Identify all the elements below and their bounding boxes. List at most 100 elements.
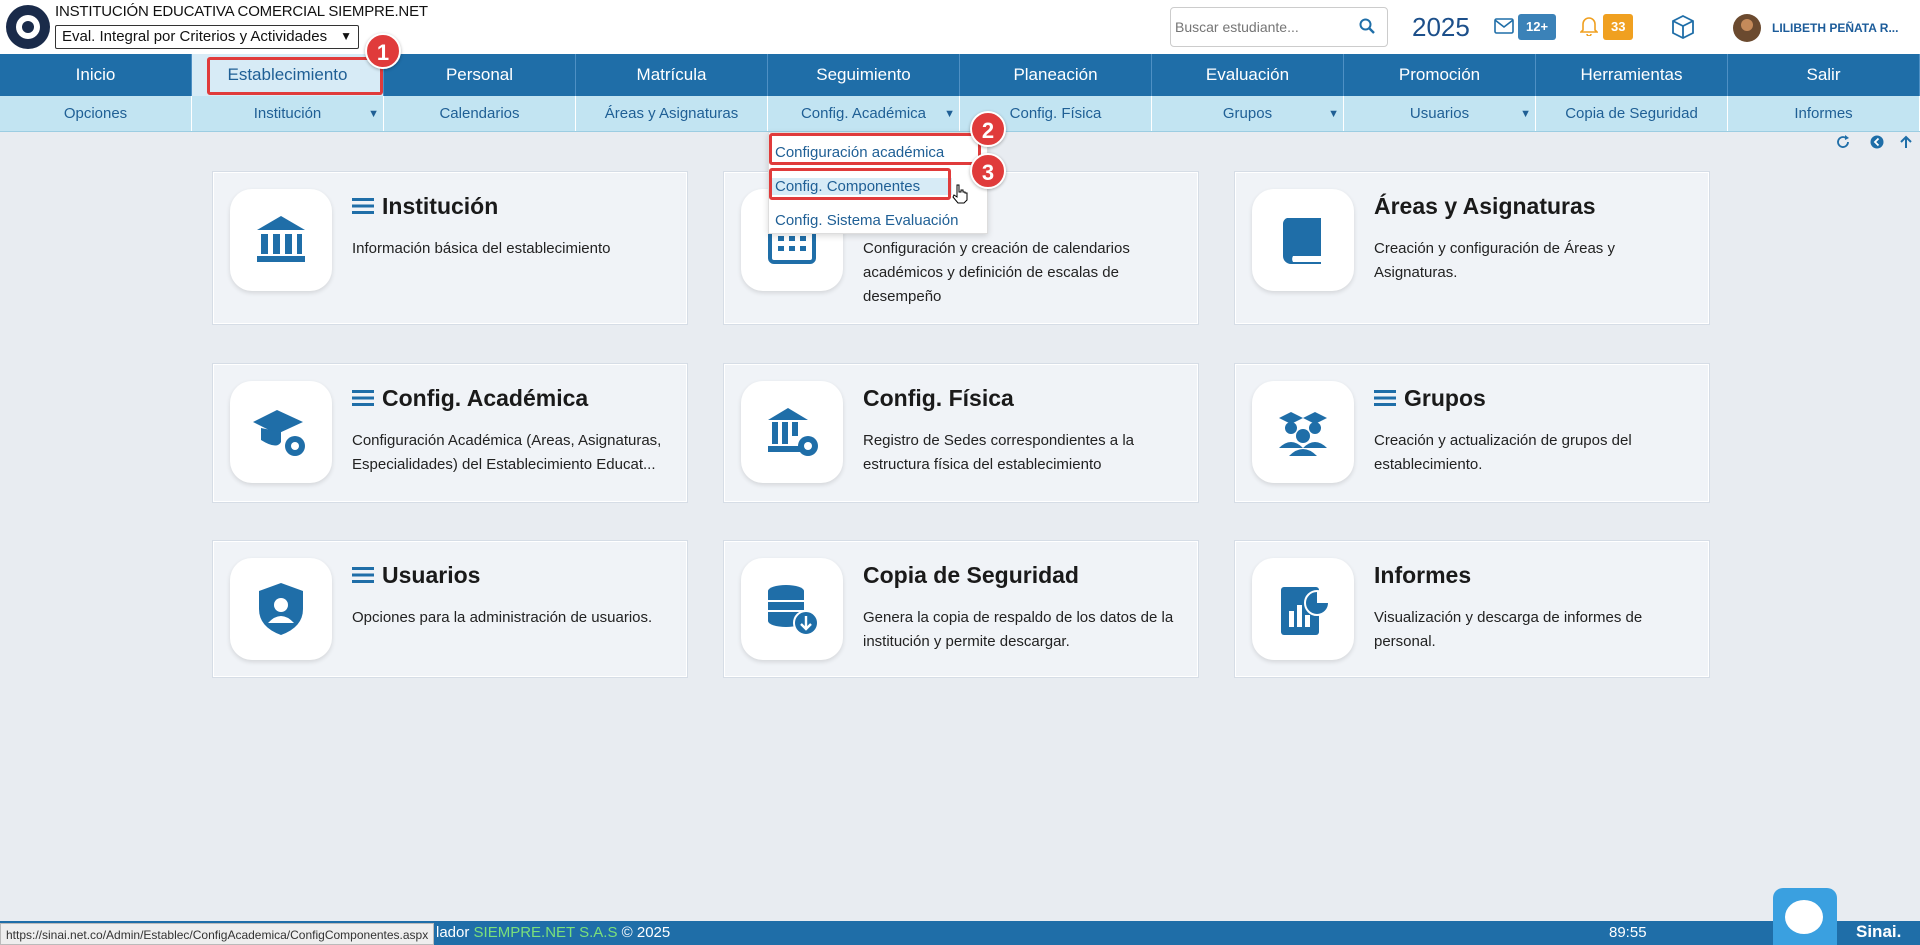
year-display[interactable]: 2025 [1412,12,1470,43]
subnav-label: Copia de Seguridad [1565,105,1698,122]
search-icon[interactable] [1359,18,1375,34]
sub-nav: Opciones Institución ▼ Calendarios Áreas … [0,96,1920,132]
card-description: Opciones para la administración de usuar… [352,609,653,626]
nav-matricula[interactable]: Matrícula [576,54,768,96]
group-icon [1279,412,1327,456]
nav-seguimiento[interactable]: Seguimiento [768,54,960,96]
subnav-institucion[interactable]: Institución ▼ [192,96,384,131]
card-informes[interactable]: Informes Visualización y descarga de inf… [1235,541,1709,677]
search-input[interactable] [1175,16,1355,38]
card-title: Institución [352,193,498,220]
institution-name: INSTITUCIÓN EDUCATIVA COMERCIAL SIEMPRE.… [55,3,428,20]
tile [230,558,332,660]
subnav-label: Informes [1794,105,1853,122]
card-description: Configuración y creación de calendarios … [863,240,1130,305]
nav-promocion[interactable]: Promoción [1344,54,1536,96]
mail-badge[interactable]: 12+ [1518,14,1557,40]
chat-icon[interactable] [1773,888,1837,945]
subnav-label: Config. Física [1009,105,1102,122]
footer-credit: lador SIEMPRE.NET S.A.S © 2025 [436,924,671,941]
card-usuarios[interactable]: Usuarios Opciones para la administración… [213,541,687,677]
eval-type-value: Eval. Integral por Criterios y Actividad… [62,28,328,45]
card-config-fisica[interactable]: Config. Física Registro de Sedes corresp… [724,364,1198,502]
card-config-academica[interactable]: Config. Académica Configuración Académic… [213,364,687,502]
hand-cursor-icon [952,184,968,204]
card-institucion[interactable]: Institución Información básica del estab… [213,172,687,324]
card-description: Información básica del establecimiento [352,240,611,257]
card-description: Registro de Sedes correspondientes a la … [863,432,1134,473]
bank-icon [257,216,305,262]
subnav-label: Institución [253,105,322,122]
card-title: Áreas y Asignaturas [1374,193,1596,219]
dropdown-config-sistema-evaluacion[interactable]: Config. Sistema Evaluación [775,212,958,229]
subnav-opciones[interactable]: Opciones [0,96,192,131]
menu-icon[interactable] [1374,389,1396,407]
card-areas-asignaturas[interactable]: Áreas y Asignaturas Creación y configura… [1235,172,1709,324]
subnav-label: Opciones [63,105,128,122]
card-title: Grupos [1374,385,1486,412]
tile [230,381,332,483]
card-copia-seguridad[interactable]: Copia de Seguridad Genera la copia de re… [724,541,1198,677]
refresh-icon[interactable] [1836,135,1850,149]
card-title: Copia de Seguridad [863,562,1079,588]
tile [230,189,332,291]
subnav-usuarios[interactable]: Usuarios ▼ [1344,96,1536,131]
nav-herramientas[interactable]: Herramientas [1536,54,1728,96]
subnav-informes[interactable]: Informes [1728,96,1920,131]
card-description: Creación y actualización de grupos del e… [1374,432,1632,473]
caret-down-icon: ▼ [944,108,955,120]
eval-type-select[interactable]: Eval. Integral por Criterios y Actividad… [55,25,359,49]
database-download-icon [768,585,819,636]
caret-down-icon: ▼ [1520,108,1531,120]
user-name[interactable]: LILIBETH PEÑATA R... [1772,21,1898,35]
back-icon[interactable] [1870,135,1884,149]
footer-logo: Sinai. [1856,922,1902,941]
logo[interactable] [6,5,50,49]
subnav-areas[interactable]: Áreas y Asignaturas [576,96,768,131]
bell-icon[interactable] [1580,16,1598,36]
nav-planeacion[interactable]: Planeación [960,54,1152,96]
tile [741,381,843,483]
card-description: Visualización y descarga de informes de … [1374,609,1643,650]
report-icon [1281,587,1330,635]
cube-icon[interactable] [1670,14,1696,40]
avatar[interactable] [1733,14,1761,42]
arrow-up-icon[interactable] [1899,135,1913,149]
subnav-grupos[interactable]: Grupos ▼ [1152,96,1344,131]
card-description: Genera la copia de respaldo de los datos… [863,609,1174,650]
session-timer: 89:55 [1609,924,1647,941]
nav-salir[interactable]: Salir [1728,54,1920,96]
caret-down-icon: ▼ [1328,108,1339,120]
nav-evaluacion[interactable]: Evaluación [1152,54,1344,96]
subnav-label: Áreas y Asignaturas [604,105,739,122]
card-grupos[interactable]: Grupos Creación y actualización de grupo… [1235,364,1709,502]
tile [1252,558,1354,660]
menu-icon[interactable] [352,197,374,215]
search-box[interactable] [1170,7,1388,47]
tile [741,558,843,660]
tile [1252,381,1354,483]
card-title: Config. Académica [352,385,588,412]
subnav-copia-seguridad[interactable]: Copia de Seguridad [1536,96,1728,131]
status-url: https://sinai.net.co/Admin/Establec/Conf… [0,923,435,945]
graduation-gear-icon [253,410,305,456]
notification-badge[interactable]: 33 [1603,14,1634,40]
caret-down-icon: ▼ [368,108,379,120]
highlight-establecimiento [207,57,383,95]
nav-inicio[interactable]: Inicio [0,54,192,96]
card-title: Config. Física [863,385,1014,411]
card-title: Usuarios [352,562,480,589]
menu-icon[interactable] [352,566,374,584]
subnav-calendarios[interactable]: Calendarios [384,96,576,131]
step-marker-1: 1 [365,33,401,69]
mail-icon[interactable] [1494,18,1514,34]
shield-user-icon [259,583,303,635]
highlight-configuracion-academica [769,133,981,165]
menu-icon[interactable] [352,389,374,407]
nav-personal[interactable]: Personal [384,54,576,96]
card-description: Configuración Académica (Areas, Asignatu… [352,432,662,473]
subnav-config-academica[interactable]: Config. Académica ▼ [768,96,960,131]
card-title: Informes [1374,562,1472,588]
subnav-label: Grupos [1222,105,1273,122]
building-gear-icon [768,408,818,456]
